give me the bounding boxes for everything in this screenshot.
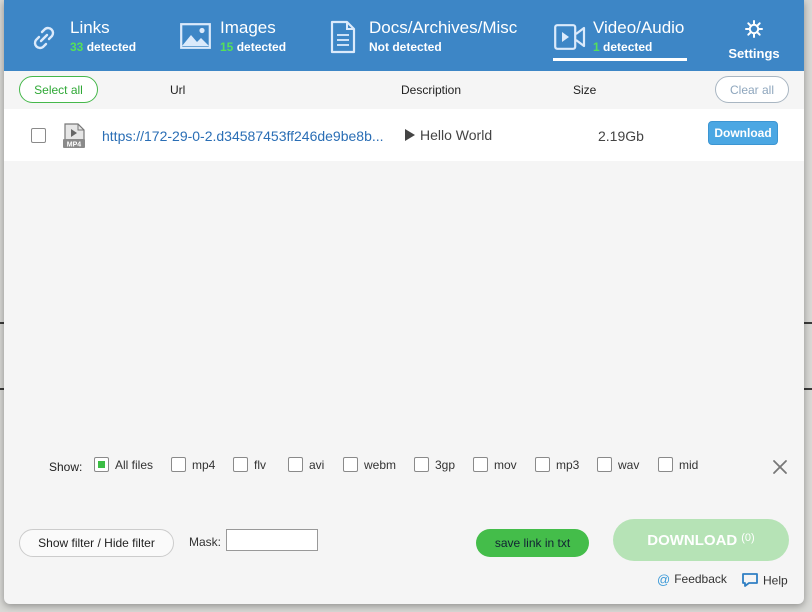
tab-title: Images	[220, 18, 276, 37]
clear-all-button[interactable]: Clear all	[715, 76, 789, 103]
tab-links[interactable]: Links 33 detected	[28, 0, 168, 71]
file-size: 2.19Gb	[598, 128, 644, 144]
tab-subtitle: 1 detected	[593, 40, 653, 54]
file-list: MP4 https://172-29-0-2.d34587453ff246de9…	[4, 109, 804, 161]
toggle-filter-button[interactable]: Show filter / Hide filter	[19, 529, 174, 557]
tab-subtitle: 15 detected	[220, 40, 287, 54]
filter-mov[interactable]: mov	[473, 457, 517, 477]
filter-all-files[interactable]: All files	[94, 457, 153, 477]
filter-checkbox[interactable]	[658, 457, 673, 473]
filter-checkbox[interactable]	[94, 457, 109, 473]
download-button[interactable]: Download	[708, 121, 778, 145]
filter-mp3[interactable]: mp3	[535, 457, 579, 477]
filter-checkbox[interactable]	[171, 457, 186, 473]
chat-bubble-icon	[741, 572, 759, 591]
type-filter: Show: All files mp4 flv avi webm 3gp mov…	[4, 457, 804, 477]
document-icon	[330, 20, 356, 59]
gear-icon	[745, 20, 763, 42]
svg-text:MP4: MP4	[67, 141, 82, 148]
column-url: Url	[170, 83, 186, 97]
link-icon	[28, 22, 60, 59]
save-link-txt-button[interactable]: save link in txt	[476, 529, 589, 557]
downloader-popup: Links 33 detected Images 15 detected Doc…	[4, 0, 804, 604]
tab-images[interactable]: Images 15 detected	[180, 0, 320, 71]
tab-docs[interactable]: Docs/Archives/Misc Not detected	[330, 0, 520, 71]
help-link[interactable]: Help	[741, 572, 788, 591]
filter-wav[interactable]: wav	[597, 457, 639, 477]
file-description: Hello World	[405, 127, 492, 143]
file-url-link[interactable]: https://172-29-0-2.d34587453ff246de9be8b…	[102, 128, 390, 144]
filter-3gp[interactable]: 3gp	[414, 457, 455, 477]
filter-avi[interactable]: avi	[288, 457, 324, 477]
close-filter-icon[interactable]	[770, 457, 790, 477]
filter-checkbox[interactable]	[288, 457, 303, 473]
tab-title: Docs/Archives/Misc	[369, 18, 518, 37]
column-description: Description	[401, 83, 462, 97]
feedback-link[interactable]: @ Feedback	[657, 572, 727, 587]
filter-checkbox[interactable]	[233, 457, 248, 473]
image-icon	[180, 23, 211, 54]
filter-checkbox[interactable]	[535, 457, 550, 473]
filter-flv[interactable]: flv	[233, 457, 266, 477]
filter-checkbox[interactable]	[414, 457, 429, 473]
filter-checkbox[interactable]	[597, 457, 612, 473]
show-label: Show:	[49, 460, 83, 474]
tab-title: Links	[70, 18, 110, 37]
video-camera-icon	[554, 24, 586, 55]
tab-subtitle: Not detected	[369, 40, 442, 54]
at-sign-icon: @	[657, 572, 671, 588]
select-all-button[interactable]: Select all	[19, 76, 98, 103]
filter-mp4[interactable]: mp4	[171, 457, 215, 477]
settings-button[interactable]: Settings	[722, 20, 786, 61]
play-icon	[405, 129, 415, 141]
tab-title: Video/Audio	[593, 18, 685, 37]
header-tabs: Links 33 detected Images 15 detected Doc…	[4, 0, 804, 71]
tab-subtitle: 33 detected	[70, 40, 137, 54]
mask-label: Mask:	[189, 535, 222, 549]
row-checkbox[interactable]	[31, 128, 46, 143]
download-all-button[interactable]: DOWNLOAD (0)	[613, 519, 789, 561]
filter-checkbox[interactable]	[343, 457, 358, 473]
mp4-file-icon: MP4	[62, 123, 86, 154]
filter-webm[interactable]: webm	[343, 457, 396, 477]
filter-checkbox[interactable]	[473, 457, 488, 473]
mask-input[interactable]	[226, 529, 318, 551]
active-tab-indicator	[553, 58, 687, 61]
settings-label: Settings	[728, 46, 780, 61]
column-header-row: Select all Url Description Size Clear al…	[4, 71, 804, 109]
filter-mid[interactable]: mid	[658, 457, 698, 477]
column-size: Size	[573, 83, 597, 97]
